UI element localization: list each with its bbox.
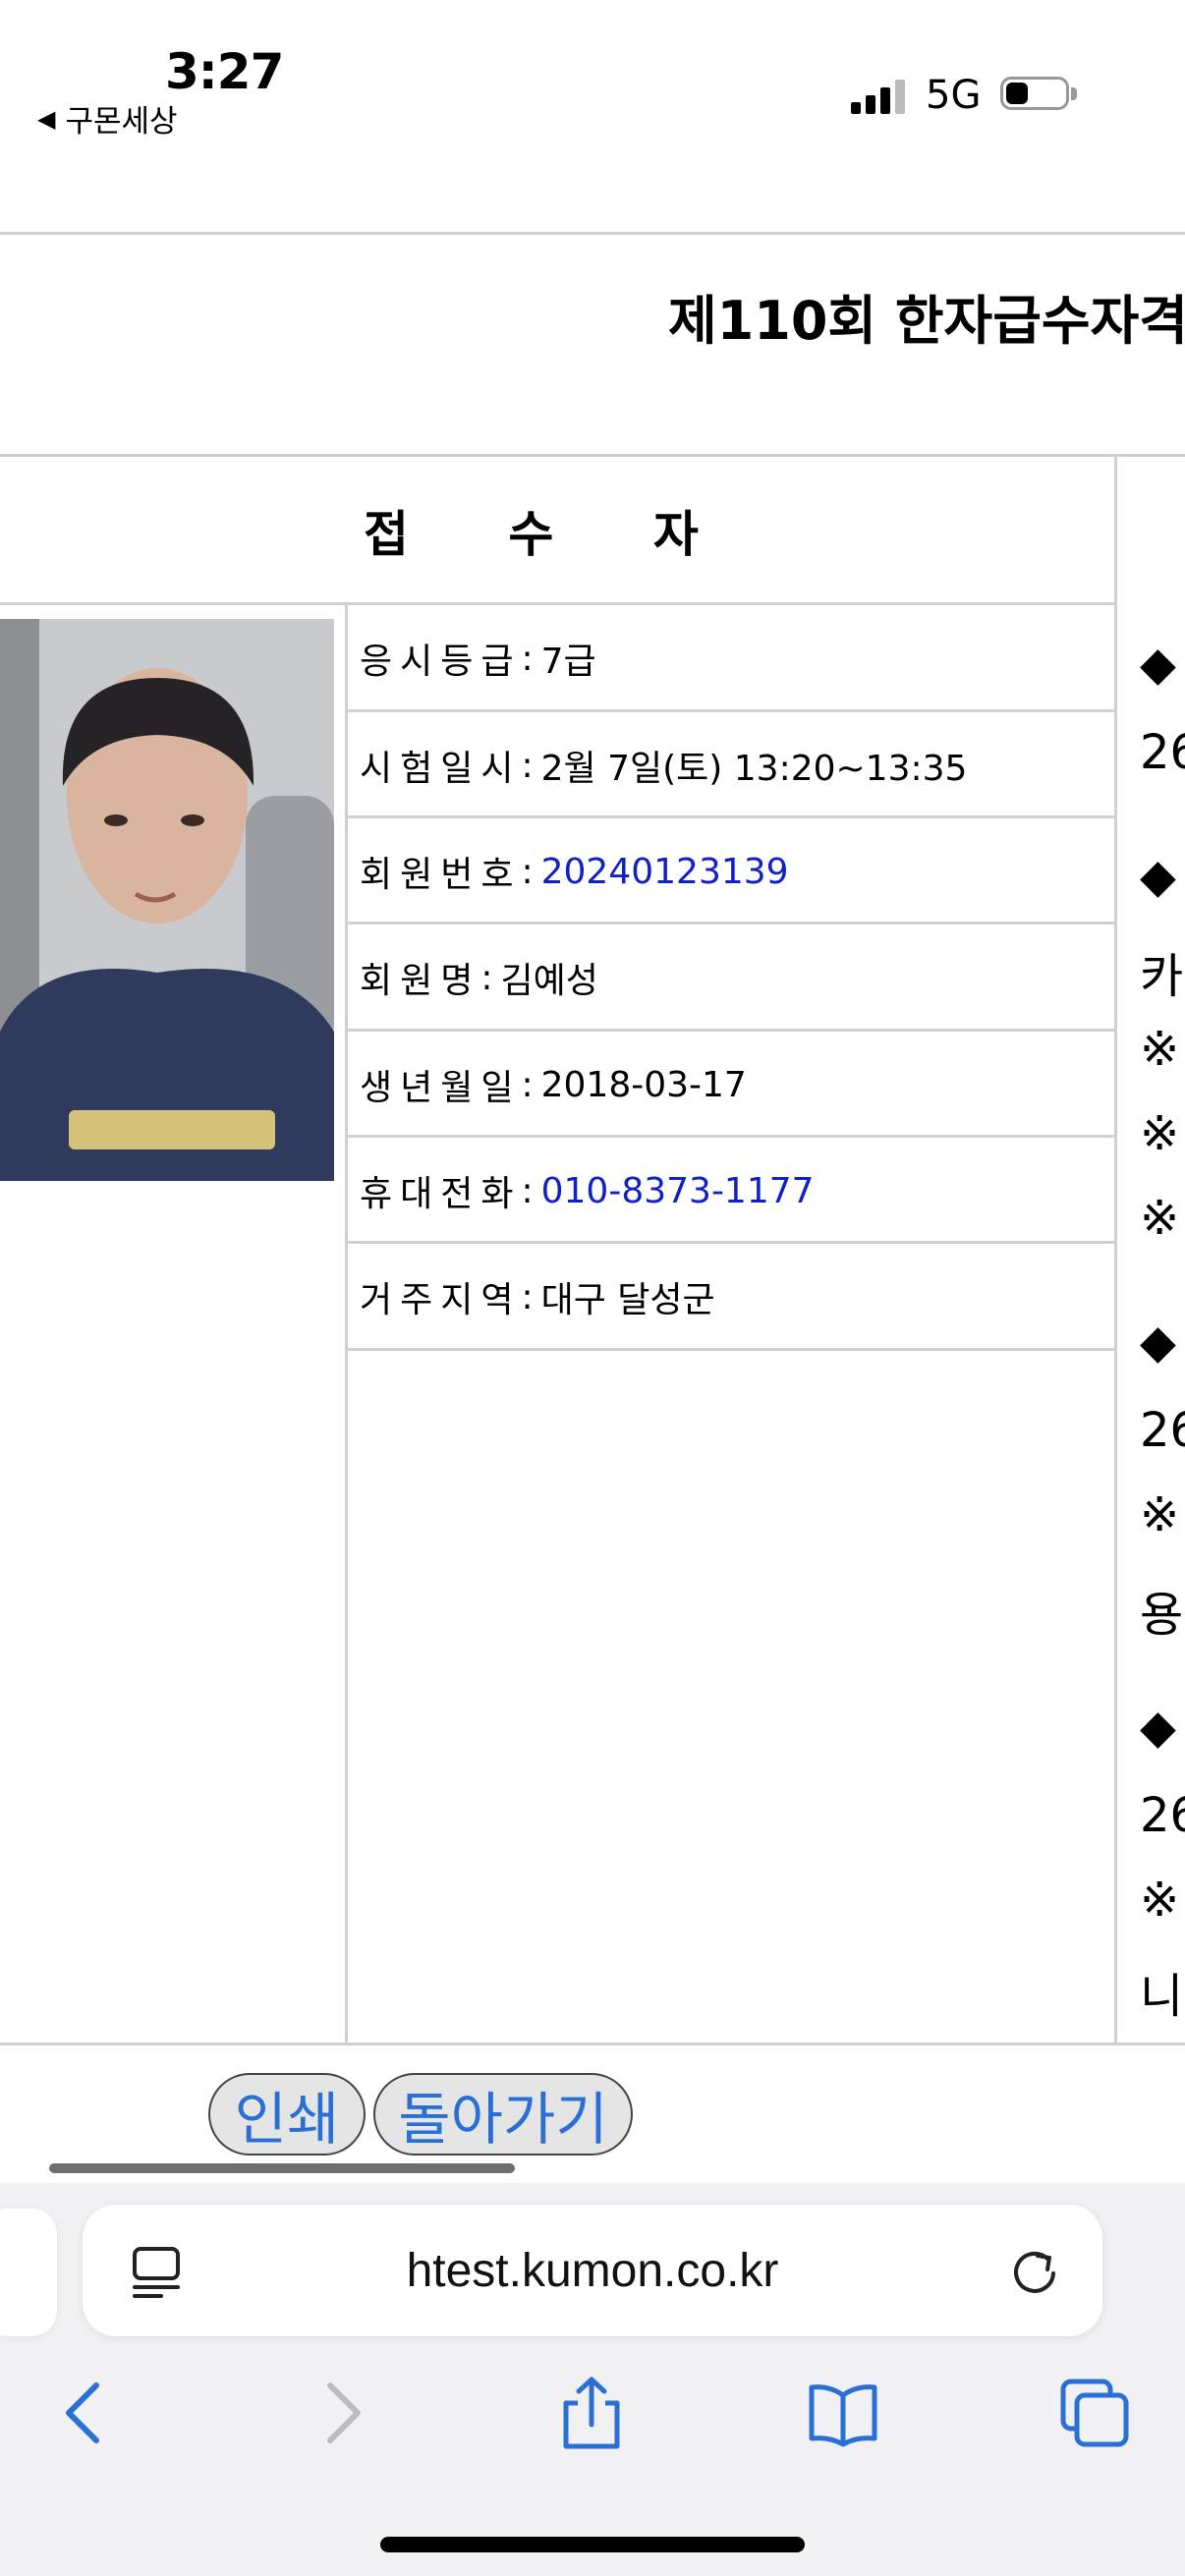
right-column-text: ◆ xyxy=(1140,1700,1176,1755)
right-column-text: ※ xyxy=(1140,1873,1180,1928)
field-separator: : xyxy=(521,1170,534,1211)
field-label: 회원번호 xyxy=(360,855,522,895)
field-label: 휴대전화 xyxy=(360,1174,522,1214)
right-column-text: 26 xyxy=(1140,1403,1185,1458)
right-column-text: 26 xyxy=(1140,725,1185,780)
network-type: 5G xyxy=(926,73,982,118)
battery-icon xyxy=(1000,77,1079,114)
field-value-region: 대구 달성군 xyxy=(540,1280,715,1320)
back-app-label: 구몬세상 xyxy=(65,104,178,140)
right-column-text: ※ xyxy=(1140,1022,1180,1077)
field-label: 생년월일 xyxy=(360,1068,522,1108)
back-button[interactable]: 돌아가기 xyxy=(373,2073,633,2156)
field-row-birthdate: 생년월일 : 2018-03-17 xyxy=(346,1032,1112,1138)
field-separator: : xyxy=(521,638,534,679)
field-value-member-number[interactable]: 20240123139 xyxy=(541,852,789,892)
horizontal-scrollbar[interactable] xyxy=(49,2163,515,2173)
address-bar[interactable]: htest.kumon.co.kr xyxy=(83,2205,1102,2336)
right-column-text: ◆ xyxy=(1140,637,1176,692)
field-value-phone[interactable]: 010-8373-1177 xyxy=(541,1171,815,1211)
cellular-signal-icon xyxy=(851,79,906,114)
previous-tab-preview[interactable] xyxy=(0,2209,57,2336)
right-column-border xyxy=(1114,454,1117,2045)
right-column-text: ※ xyxy=(1140,1106,1180,1161)
back-to-app-link[interactable]: ◀ 구몬세상 xyxy=(37,96,178,140)
field-separator: : xyxy=(521,745,534,786)
forward-chevron-icon[interactable] xyxy=(303,2374,381,2452)
field-value-birthdate: 2018-03-17 xyxy=(540,1064,747,1105)
reload-icon[interactable] xyxy=(1008,2244,1061,2297)
status-time: 3:27 xyxy=(165,43,284,100)
right-column-text: 26 xyxy=(1140,1788,1185,1843)
right-column-text: ◆ xyxy=(1140,849,1176,904)
right-column-text: ◆ xyxy=(1140,1315,1176,1370)
field-label: 거주지역 xyxy=(360,1280,522,1320)
right-column-text: 용 xyxy=(1140,1588,1184,1643)
member-photo xyxy=(0,619,334,1181)
right-column-text: 카 xyxy=(1140,949,1184,1004)
field-value-member-name: 김예성 xyxy=(500,961,598,1001)
back-triangle-icon: ◀ xyxy=(37,104,56,133)
section-header: 접 수 자 xyxy=(364,506,740,563)
title-top-divider xyxy=(0,232,1185,235)
url-text[interactable]: htest.kumon.co.kr xyxy=(83,2205,1102,2336)
field-separator: : xyxy=(521,851,534,892)
field-row-member-number: 회원번호 : 20240123139 xyxy=(346,818,1112,924)
field-label: 응시등급 xyxy=(360,642,522,682)
print-button[interactable]: 인쇄 xyxy=(208,2073,366,2156)
right-column-text: ※ xyxy=(1140,1487,1180,1542)
field-separator: : xyxy=(521,1064,534,1105)
home-indicator[interactable] xyxy=(380,2537,805,2552)
field-row-region: 거주지역 : 대구 달성군 xyxy=(346,1244,1112,1350)
title-bottom-divider xyxy=(0,454,1185,457)
table-bottom-border xyxy=(0,2043,1185,2045)
field-separator: : xyxy=(480,957,493,998)
bookmarks-icon[interactable] xyxy=(804,2374,882,2452)
field-label: 회원명 xyxy=(360,961,481,1001)
field-label: 시험일시 xyxy=(360,749,522,789)
page-title: 제110회 한자급수자격 xyxy=(668,290,1185,352)
field-row-member-name: 회원명 : 김예성 xyxy=(346,924,1112,1031)
share-icon[interactable] xyxy=(552,2374,631,2452)
field-separator: : xyxy=(521,1276,534,1317)
right-column-text: ※ xyxy=(1140,1191,1180,1246)
screen: 3:27 ◀ 구몬세상 5G 제110회 한자급수자격 접 수 자 응시등급:… xyxy=(0,0,1185,2576)
field-row-grade: 응시등급 : 7급 xyxy=(346,605,1112,711)
tabs-icon[interactable] xyxy=(1055,2374,1134,2452)
field-value-grade: 7급 xyxy=(540,642,596,682)
right-column-text: 니 xyxy=(1140,1969,1184,2024)
field-value-exam-date: 2월 7일(토) 13:20~13:35 xyxy=(540,749,968,789)
back-chevron-icon[interactable] xyxy=(45,2374,124,2452)
field-row-phone: 휴대전화 : 010-8373-1177 xyxy=(346,1138,1112,1244)
field-row-exam-date: 시험일시 : 2월 7일(토) 13:20~13:35 xyxy=(346,712,1112,818)
